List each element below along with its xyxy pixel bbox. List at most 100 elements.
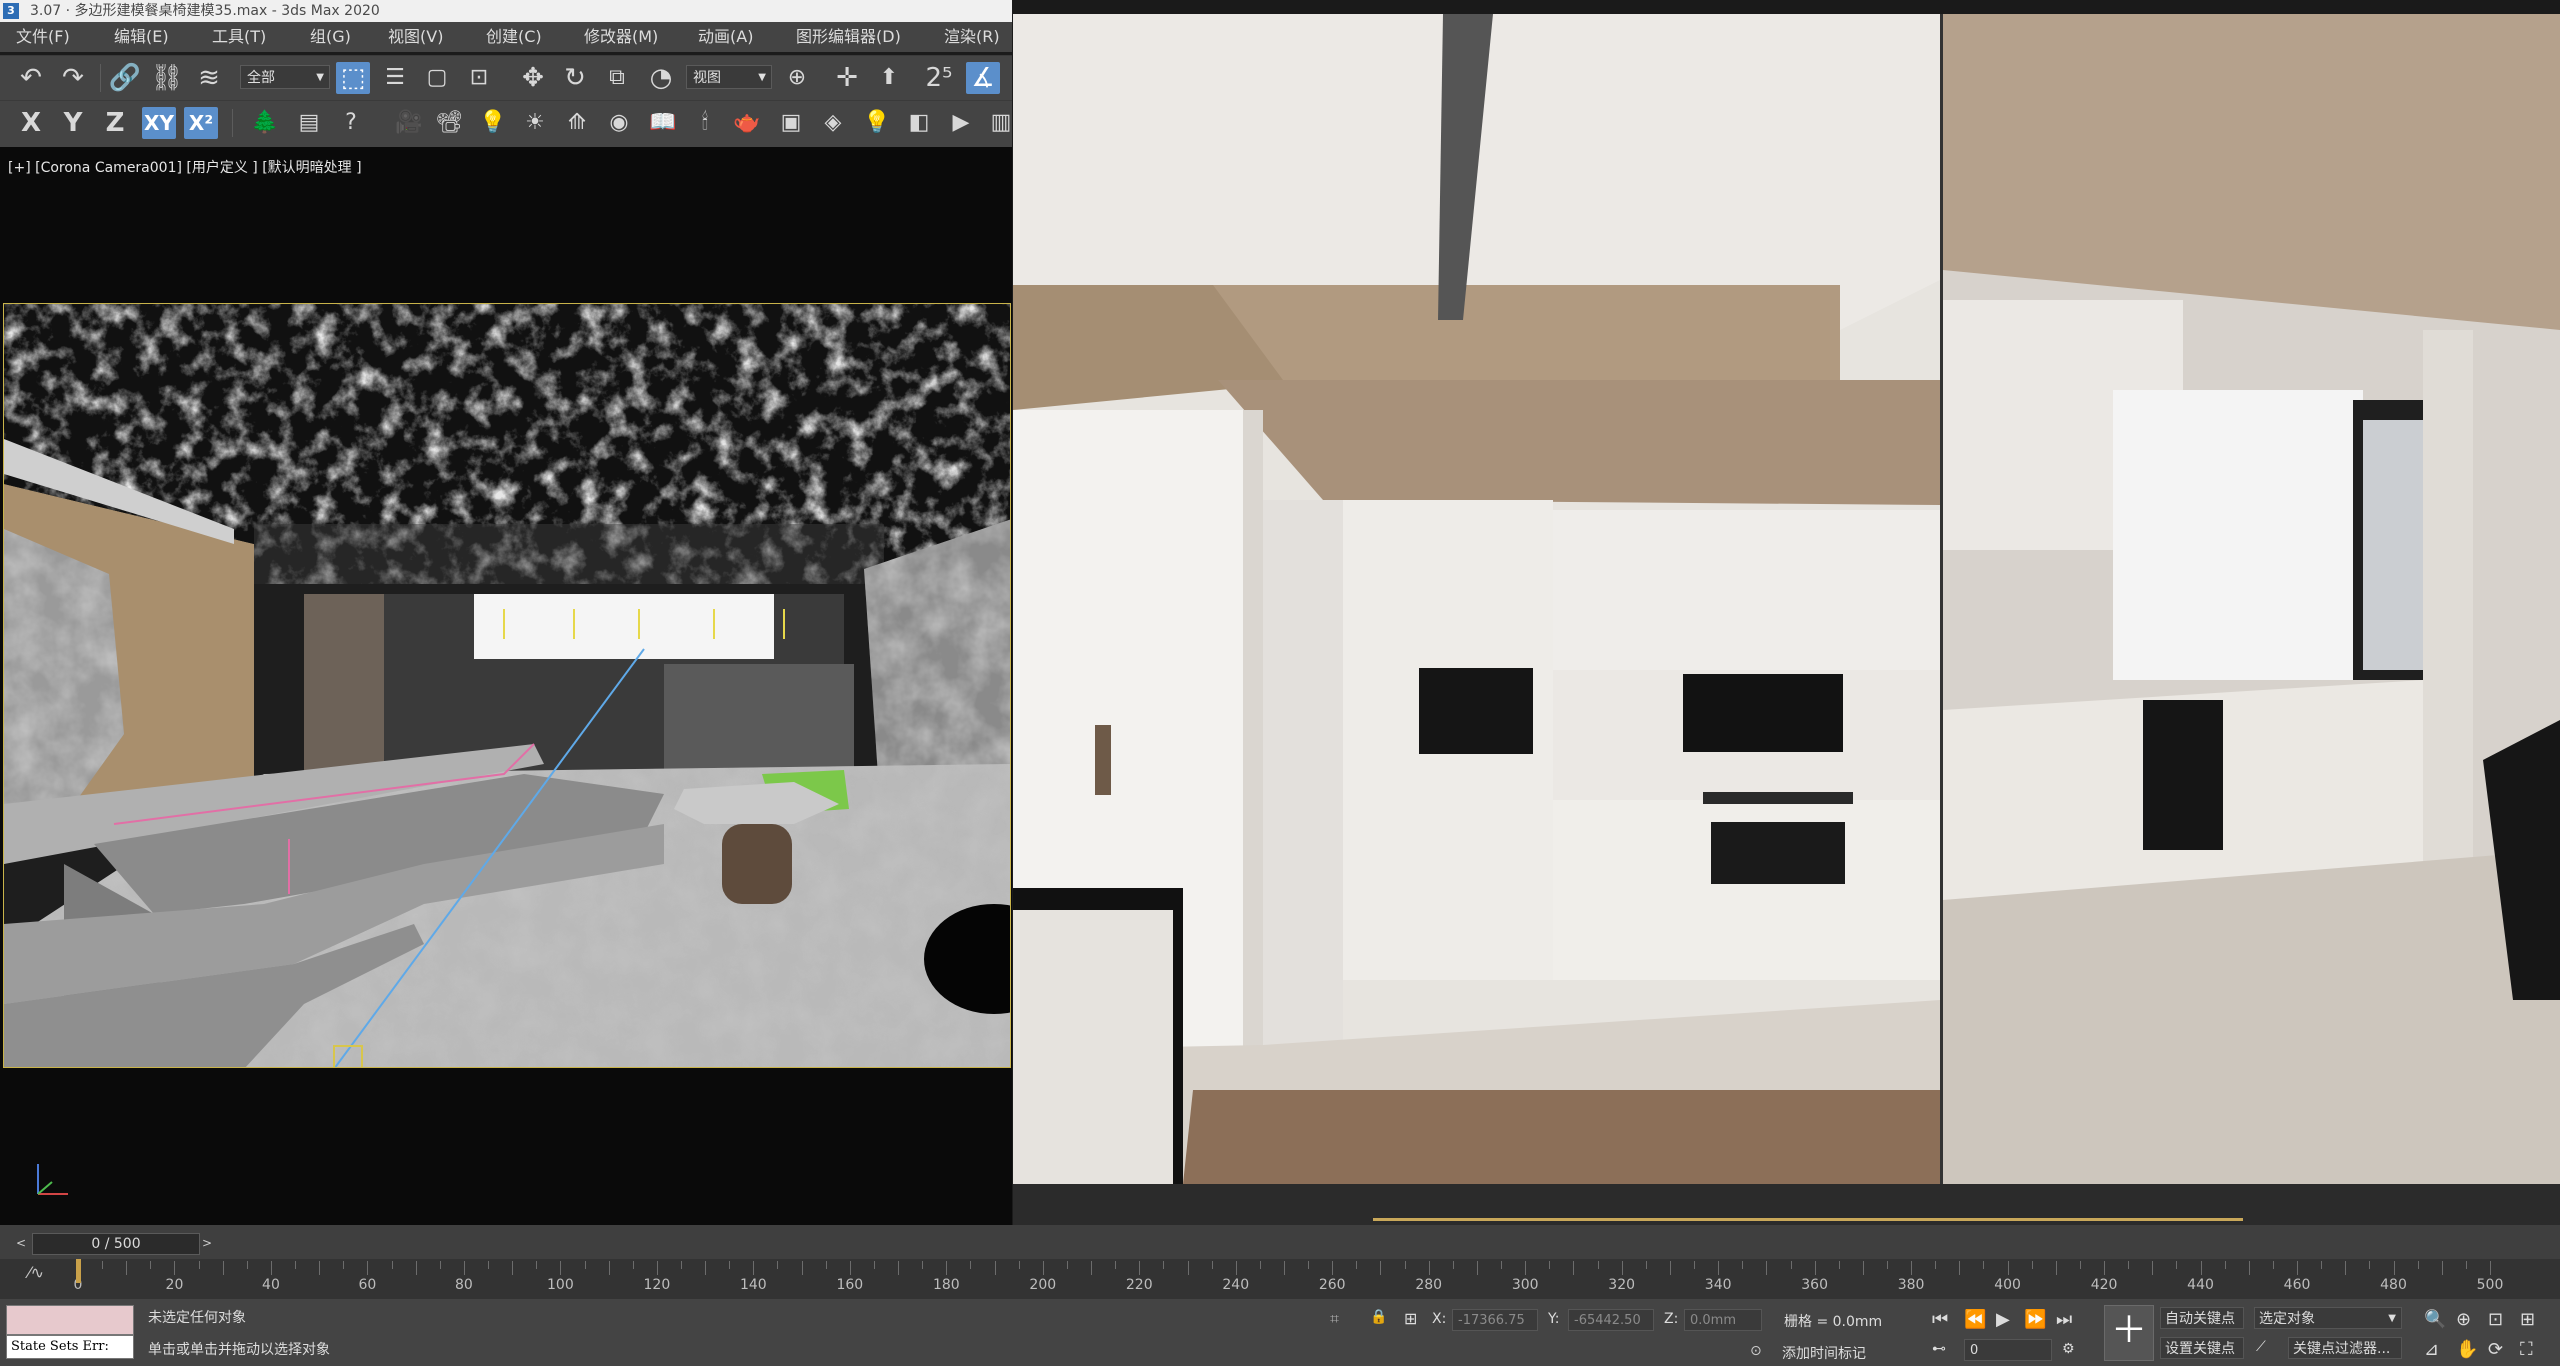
layer-explorer-icon[interactable]: ▤ xyxy=(292,107,326,139)
select-object-icon[interactable]: ⬚ xyxy=(336,62,370,94)
axis-xy-cycle-button[interactable]: X² xyxy=(184,107,218,139)
select-and-move-icon[interactable]: ✥ xyxy=(516,62,550,94)
tree-icon[interactable]: ⟰ xyxy=(560,107,594,139)
frame-window-icon[interactable]: ◧ xyxy=(902,107,936,139)
select-and-link-icon[interactable]: 🔗 xyxy=(108,62,142,94)
teapot-icon[interactable]: 🫖 xyxy=(730,107,764,139)
render-window-icon[interactable]: ▶ xyxy=(944,107,978,139)
angle-snap-toggle-icon[interactable]: ∡ xyxy=(966,62,1000,94)
current-frame-field[interactable]: 0 xyxy=(1964,1339,2052,1361)
help-icon[interactable]: ? xyxy=(334,107,368,139)
x-coord-field[interactable]: -17366.75 xyxy=(1452,1309,1538,1331)
add-time-tag[interactable]: 添加时间标记 xyxy=(1782,1343,1866,1363)
environment-icon[interactable]: ◈ xyxy=(816,107,850,139)
render-setup-icon[interactable]: 📖 xyxy=(646,107,680,139)
z-coord-field[interactable]: 0.0mm xyxy=(1684,1309,1762,1331)
select-and-manipulate-icon[interactable]: ✛ xyxy=(830,62,864,94)
render-icon[interactable]: 🕯 xyxy=(688,107,722,139)
menu-animation[interactable]: 动画(A) xyxy=(698,22,753,52)
field-of-view-icon[interactable]: ⊿ xyxy=(2424,1339,2439,1360)
scene-explorer-icon[interactable]: 🌲 xyxy=(248,107,282,139)
material-editor-icon[interactable]: ◉ xyxy=(602,107,636,139)
interactive-render-icon[interactable]: 💡 xyxy=(860,107,894,139)
keyboard-shortcut-override-icon[interactable]: ⬆ xyxy=(872,62,906,94)
menu-create[interactable]: 创建(C) xyxy=(486,22,542,52)
previous-frame-icon[interactable]: ⏪ xyxy=(1964,1309,1986,1330)
chevron-down-icon: ▼ xyxy=(2388,1313,2396,1324)
use-pivot-center-icon[interactable]: ⊕ xyxy=(780,62,814,94)
curve-editor-mini-icon[interactable]: ⁄∿ xyxy=(28,1263,44,1282)
x-coord-label: X: xyxy=(1432,1311,1447,1327)
isolate-selection-icon[interactable]: ⌗ xyxy=(1330,1309,1339,1329)
set-key-button[interactable]: 设置关键点 xyxy=(2160,1337,2244,1359)
menu-rendering[interactable]: 渲染(R) xyxy=(944,22,1000,52)
track-bar-tick xyxy=(729,1261,731,1269)
render-frame-icon[interactable]: ▣ xyxy=(774,107,808,139)
select-and-rotate-icon[interactable]: ↻ xyxy=(558,62,592,94)
window-crossing-icon[interactable]: ⊡ xyxy=(462,62,496,94)
rectangular-selection-icon[interactable]: ▢ xyxy=(420,62,454,94)
y-coord-field[interactable]: -65442.50 xyxy=(1568,1309,1654,1331)
sun-icon[interactable]: ☀ xyxy=(518,107,552,139)
key-mode-icon[interactable]: ⊷ xyxy=(1932,1341,1946,1357)
select-by-name-icon[interactable]: ☰ xyxy=(378,62,412,94)
track-bar-frame-label: 480 xyxy=(2380,1277,2407,1293)
track-bar-tick xyxy=(1042,1261,1044,1275)
track-bar-frame-label: 360 xyxy=(1801,1277,1828,1293)
next-frame-icon[interactable]: ⏩ xyxy=(2024,1309,2046,1330)
go-to-start-icon[interactable]: ⏮ xyxy=(1932,1309,1948,1330)
light-bulb-icon[interactable]: 💡 xyxy=(476,107,510,139)
prompt-line: 单击或单击并拖动以选择对象 xyxy=(148,1342,330,1358)
pan-view-icon[interactable]: ✋ xyxy=(2456,1339,2478,1360)
zoom-extents-all-icon[interactable]: ⊞ xyxy=(2520,1309,2535,1330)
maximize-viewport-icon[interactable]: ⛶ xyxy=(2520,1339,2533,1360)
zoom-icon[interactable]: 🔍 xyxy=(2424,1309,2446,1330)
time-slider-next-button[interactable]: > xyxy=(200,1233,214,1253)
axis-x-button[interactable]: X xyxy=(14,107,48,139)
axis-xy-button[interactable]: XY xyxy=(142,107,176,139)
unlink-selection-icon[interactable]: ⛓ xyxy=(150,62,184,94)
set-keys-button[interactable]: ＋ xyxy=(2104,1305,2154,1361)
reference-coordinate-dropdown[interactable]: 视图 ▼ xyxy=(686,65,772,89)
maxscript-input[interactable]: State Sets Err: xyxy=(6,1335,134,1359)
axis-y-button[interactable]: Y xyxy=(56,107,90,139)
maxscript-listener[interactable]: State Sets Err: xyxy=(6,1305,134,1359)
axis-z-button[interactable]: Z xyxy=(98,107,132,139)
select-and-scale-icon[interactable]: ⧉ xyxy=(600,62,634,94)
viewport-label[interactable]: [+] [Corona Camera001] [用户定义 ] [默认明暗处理 ] xyxy=(8,157,362,177)
lock-selection-icon[interactable]: 🔒 xyxy=(1370,1309,1387,1325)
menu-group[interactable]: 组(G) xyxy=(310,22,351,52)
track-bar-tick xyxy=(1501,1261,1503,1269)
redo-icon[interactable]: ↷ xyxy=(56,62,90,94)
bind-to-space-warp-icon[interactable]: ≋ xyxy=(192,62,226,94)
snaps-toggle-icon[interactable]: 2⁵ xyxy=(922,62,956,94)
key-filters-button[interactable]: 关键点过滤器... xyxy=(2288,1337,2402,1359)
selected-objects-dropdown[interactable]: 选定对象 ▼ xyxy=(2254,1307,2402,1329)
absolute-mode-icon[interactable]: ⊞ xyxy=(1404,1309,1417,1328)
zoom-all-icon[interactable]: ⊕ xyxy=(2456,1309,2471,1330)
menu-views[interactable]: 视图(V) xyxy=(388,22,443,52)
film-camera-icon[interactable]: 📽 xyxy=(432,107,466,139)
menu-graph-editors[interactable]: 图形编辑器(D) xyxy=(796,22,901,52)
maxscript-output[interactable] xyxy=(6,1305,134,1335)
menu-edit[interactable]: 编辑(E) xyxy=(114,22,169,52)
go-to-end-icon[interactable]: ⏭ xyxy=(2056,1309,2072,1330)
time-tag-icon[interactable]: ⊙ xyxy=(1750,1343,1762,1359)
select-and-place-icon[interactable]: ◔ xyxy=(644,62,678,94)
time-slider-prev-button[interactable]: < xyxy=(14,1233,28,1253)
time-config-icon[interactable]: ⚙ xyxy=(2062,1341,2075,1357)
auto-key-button[interactable]: 自动关键点 xyxy=(2160,1307,2244,1329)
camera-icon[interactable]: 🎥 xyxy=(392,107,426,139)
track-bar-tick xyxy=(632,1261,634,1269)
menu-tools[interactable]: 工具(T) xyxy=(212,22,266,52)
camera-viewport[interactable]: [+] [Corona Camera001] [用户定义 ] [默认明暗处理 ] xyxy=(0,147,1012,1225)
selection-filter-dropdown[interactable]: 全部 ▼ xyxy=(240,65,330,89)
orbit-icon[interactable]: ⟳ xyxy=(2488,1339,2503,1360)
time-slider-handle[interactable]: 0 / 500 xyxy=(32,1233,200,1255)
menu-file[interactable]: 文件(F) xyxy=(16,22,70,52)
undo-icon[interactable]: ↶ xyxy=(14,62,48,94)
play-icon[interactable]: ▶ xyxy=(1996,1309,2010,1330)
menu-modifiers[interactable]: 修改器(M) xyxy=(584,22,658,52)
track-bar[interactable]: ⁄∿ 0 20 40 60 80 100 120 140 160 180 200 220 240 260 2… xyxy=(0,1259,2560,1299)
zoom-extents-icon[interactable]: ⊡ xyxy=(2488,1309,2503,1330)
